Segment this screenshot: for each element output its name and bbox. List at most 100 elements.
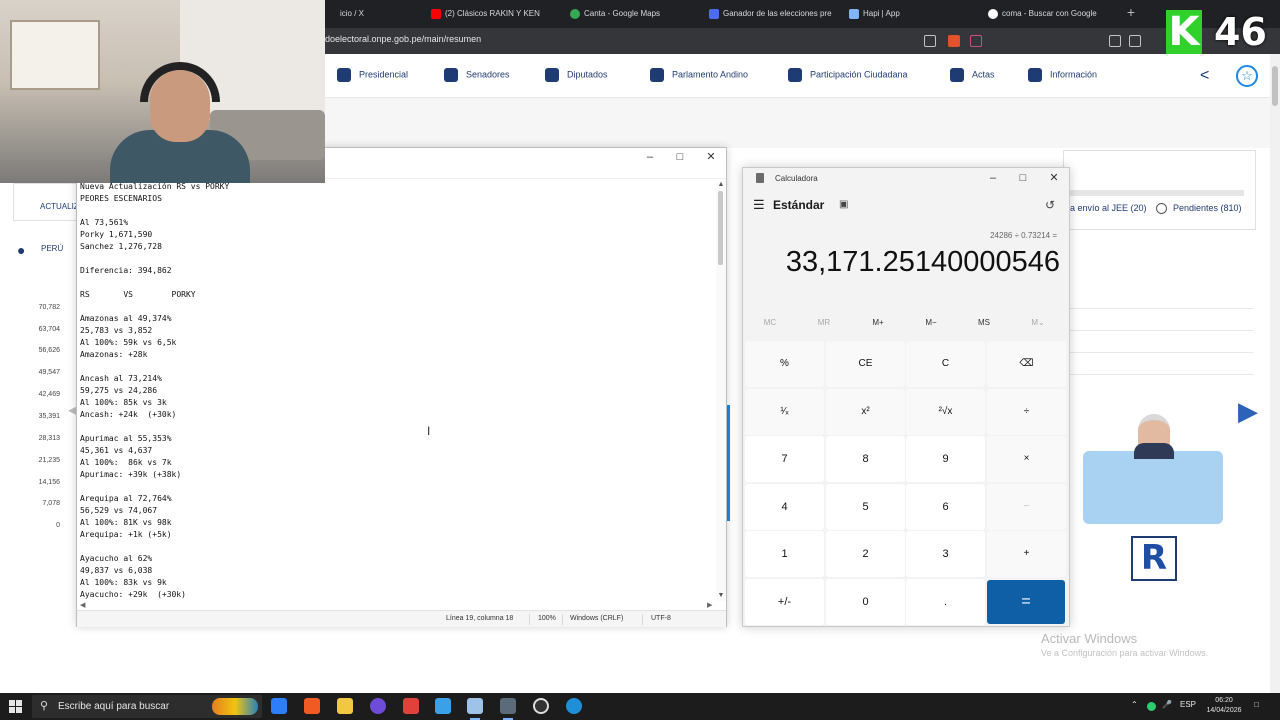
y-axis-tick: 63,704 bbox=[38, 326, 60, 333]
calculator-taskbar-icon[interactable] bbox=[500, 698, 516, 714]
keep-on-top-icon[interactable]: ▣ bbox=[839, 199, 851, 211]
share-icon[interactable]: < bbox=[1200, 68, 1216, 84]
close-button[interactable]: ✕ bbox=[1039, 169, 1069, 187]
scroll-right-icon[interactable]: ▶ bbox=[707, 601, 712, 609]
browser-tab[interactable]: icio / X bbox=[326, 4, 416, 24]
maximize-button[interactable]: □ bbox=[1008, 169, 1038, 187]
digit-6-button[interactable]: 6 bbox=[906, 484, 985, 530]
text-line: Amazonas: +28k bbox=[80, 350, 148, 359]
page-scrollbar[interactable] bbox=[1270, 54, 1280, 694]
digit-8-button[interactable]: 8 bbox=[826, 436, 905, 482]
memory-button[interactable]: M⌄ bbox=[1012, 318, 1064, 332]
digit-5-button[interactable]: 5 bbox=[826, 484, 905, 530]
browser-tab[interactable]: coma - Buscar con Google bbox=[988, 4, 1113, 24]
history-icon[interactable]: ↺ bbox=[1045, 198, 1059, 212]
decimal-button[interactable]: . bbox=[906, 579, 985, 625]
windows-start-icon[interactable] bbox=[9, 700, 22, 713]
nav-diputados[interactable]: Diputados bbox=[545, 68, 608, 82]
file-explorer-icon[interactable] bbox=[337, 698, 353, 714]
maximize-button[interactable]: □ bbox=[665, 148, 695, 166]
notepad-horizontal-scrollbar[interactable]: ◀ ▶ bbox=[77, 601, 716, 610]
pending-radio[interactable] bbox=[1156, 203, 1167, 214]
browser-tab[interactable]: (2) Clásicos RAKIN Y KEN bbox=[431, 4, 549, 24]
nav-actas[interactable]: Actas bbox=[950, 68, 995, 82]
digit-2-button[interactable]: 2 bbox=[826, 531, 905, 577]
notepad-text-area[interactable]: Nueva Actualización RS vs PORKY PEORES ES… bbox=[80, 181, 716, 601]
equals-button[interactable]: = bbox=[987, 580, 1065, 624]
add-button[interactable]: + bbox=[987, 531, 1066, 577]
memory-button[interactable]: MS bbox=[958, 318, 1010, 332]
scrollbar-thumb[interactable] bbox=[718, 191, 723, 265]
url-field[interactable]: doelectoral.onpe.gob.pe/main/resumen bbox=[325, 34, 481, 44]
sidebar-icon[interactable] bbox=[1129, 35, 1141, 47]
close-button[interactable]: ✕ bbox=[696, 148, 726, 166]
backspace-button[interactable]: ⌫ bbox=[987, 341, 1066, 387]
nav-informacion[interactable]: Información bbox=[1028, 68, 1097, 82]
notepad-scrollbar[interactable]: ▲ ▼ bbox=[716, 181, 726, 601]
webcam-window bbox=[10, 20, 100, 90]
brave-browser-icon[interactable] bbox=[304, 698, 320, 714]
memory-button[interactable]: M− bbox=[905, 318, 957, 332]
browser-tab[interactable]: Hapi | App bbox=[849, 4, 969, 24]
text-line: Al 100%: 85k vs 3k bbox=[80, 398, 167, 407]
digit-7-button[interactable]: 7 bbox=[745, 436, 824, 482]
status-dot-icon[interactable] bbox=[1147, 702, 1156, 711]
webcam-overlay bbox=[0, 0, 325, 183]
scroll-up-icon[interactable]: ▲ bbox=[717, 181, 725, 189]
tray-overflow-icon[interactable]: ⌃ bbox=[1131, 700, 1138, 709]
negate-button[interactable]: +/- bbox=[745, 579, 824, 625]
y-axis-tick: 56,626 bbox=[38, 347, 60, 354]
digit-4-button[interactable]: 4 bbox=[745, 484, 824, 530]
nav-participacion-ciudadana[interactable]: Participación Ciudadana bbox=[788, 68, 908, 82]
clear-entry-button[interactable]: CE bbox=[826, 341, 905, 387]
scroll-down-icon[interactable]: ▼ bbox=[717, 592, 725, 600]
digit-0-button[interactable]: 0 bbox=[826, 579, 905, 625]
browser-tab[interactable]: Ganador de las elecciones pre bbox=[709, 4, 833, 24]
accessibility-icon[interactable]: ☆ bbox=[1236, 65, 1258, 87]
multiply-button[interactable]: × bbox=[987, 436, 1066, 482]
taskbar-clock[interactable]: 06:20 14/04/2026 bbox=[1202, 696, 1246, 716]
language-indicator[interactable]: ESP bbox=[1180, 700, 1196, 709]
nav-presidencial[interactable]: Presidencial bbox=[337, 68, 408, 82]
menu-icon[interactable]: ☰ bbox=[753, 198, 767, 212]
square-root-button[interactable]: ²√x bbox=[906, 389, 985, 435]
extensions-icon[interactable] bbox=[1109, 35, 1121, 47]
memory-button[interactable]: MR bbox=[798, 318, 850, 332]
obs-icon[interactable] bbox=[370, 698, 386, 714]
divide-button[interactable]: ÷ bbox=[987, 389, 1066, 435]
nav-parlamento-andino[interactable]: Parlamento Andino bbox=[650, 68, 748, 82]
app-icon[interactable] bbox=[566, 698, 582, 714]
microphone-icon[interactable]: 🎤 bbox=[1162, 700, 1172, 709]
brave-shield-icon[interactable] bbox=[948, 35, 960, 47]
scroll-left-icon[interactable]: ◀ bbox=[80, 601, 85, 609]
text-line: Sanchez 1,276,728 bbox=[80, 242, 162, 251]
scrollbar-thumb[interactable] bbox=[1272, 66, 1278, 106]
nav-senadores[interactable]: Senadores bbox=[444, 68, 510, 82]
chevron-right-icon[interactable]: ▶ bbox=[1238, 396, 1258, 426]
text-line bbox=[80, 361, 716, 373]
percent-button[interactable]: % bbox=[745, 341, 824, 387]
minimize-button[interactable]: – bbox=[635, 148, 665, 166]
square-button[interactable]: x² bbox=[826, 389, 905, 435]
chatgpt-icon[interactable] bbox=[533, 698, 549, 714]
region-selector[interactable]: PERÚ bbox=[41, 244, 63, 253]
notifications-icon[interactable]: □ bbox=[1254, 700, 1259, 709]
app-icon[interactable] bbox=[403, 698, 419, 714]
text-line: Al 73,561% bbox=[80, 218, 129, 227]
rewards-icon[interactable] bbox=[970, 35, 982, 47]
digit-9-button[interactable]: 9 bbox=[906, 436, 985, 482]
app-icon[interactable] bbox=[435, 698, 451, 714]
digit-3-button[interactable]: 3 bbox=[906, 531, 985, 577]
digit-1-button[interactable]: 1 bbox=[745, 531, 824, 577]
memory-button[interactable]: M+ bbox=[852, 318, 904, 332]
reciprocal-button[interactable]: ¹⁄ₓ bbox=[745, 389, 824, 435]
taskbar-search[interactable]: ⚲ Escribe aquí para buscar bbox=[32, 695, 262, 718]
browser-tab[interactable]: Canta - Google Maps bbox=[570, 4, 690, 24]
notepad-taskbar-icon[interactable] bbox=[467, 698, 483, 714]
share-page-icon[interactable] bbox=[924, 35, 936, 47]
copilot-icon[interactable] bbox=[271, 698, 287, 714]
clear-button[interactable]: C bbox=[906, 341, 985, 387]
minimize-button[interactable]: – bbox=[978, 169, 1008, 187]
new-tab-button[interactable]: + bbox=[1124, 5, 1138, 19]
memory-button[interactable]: MC bbox=[744, 318, 796, 332]
